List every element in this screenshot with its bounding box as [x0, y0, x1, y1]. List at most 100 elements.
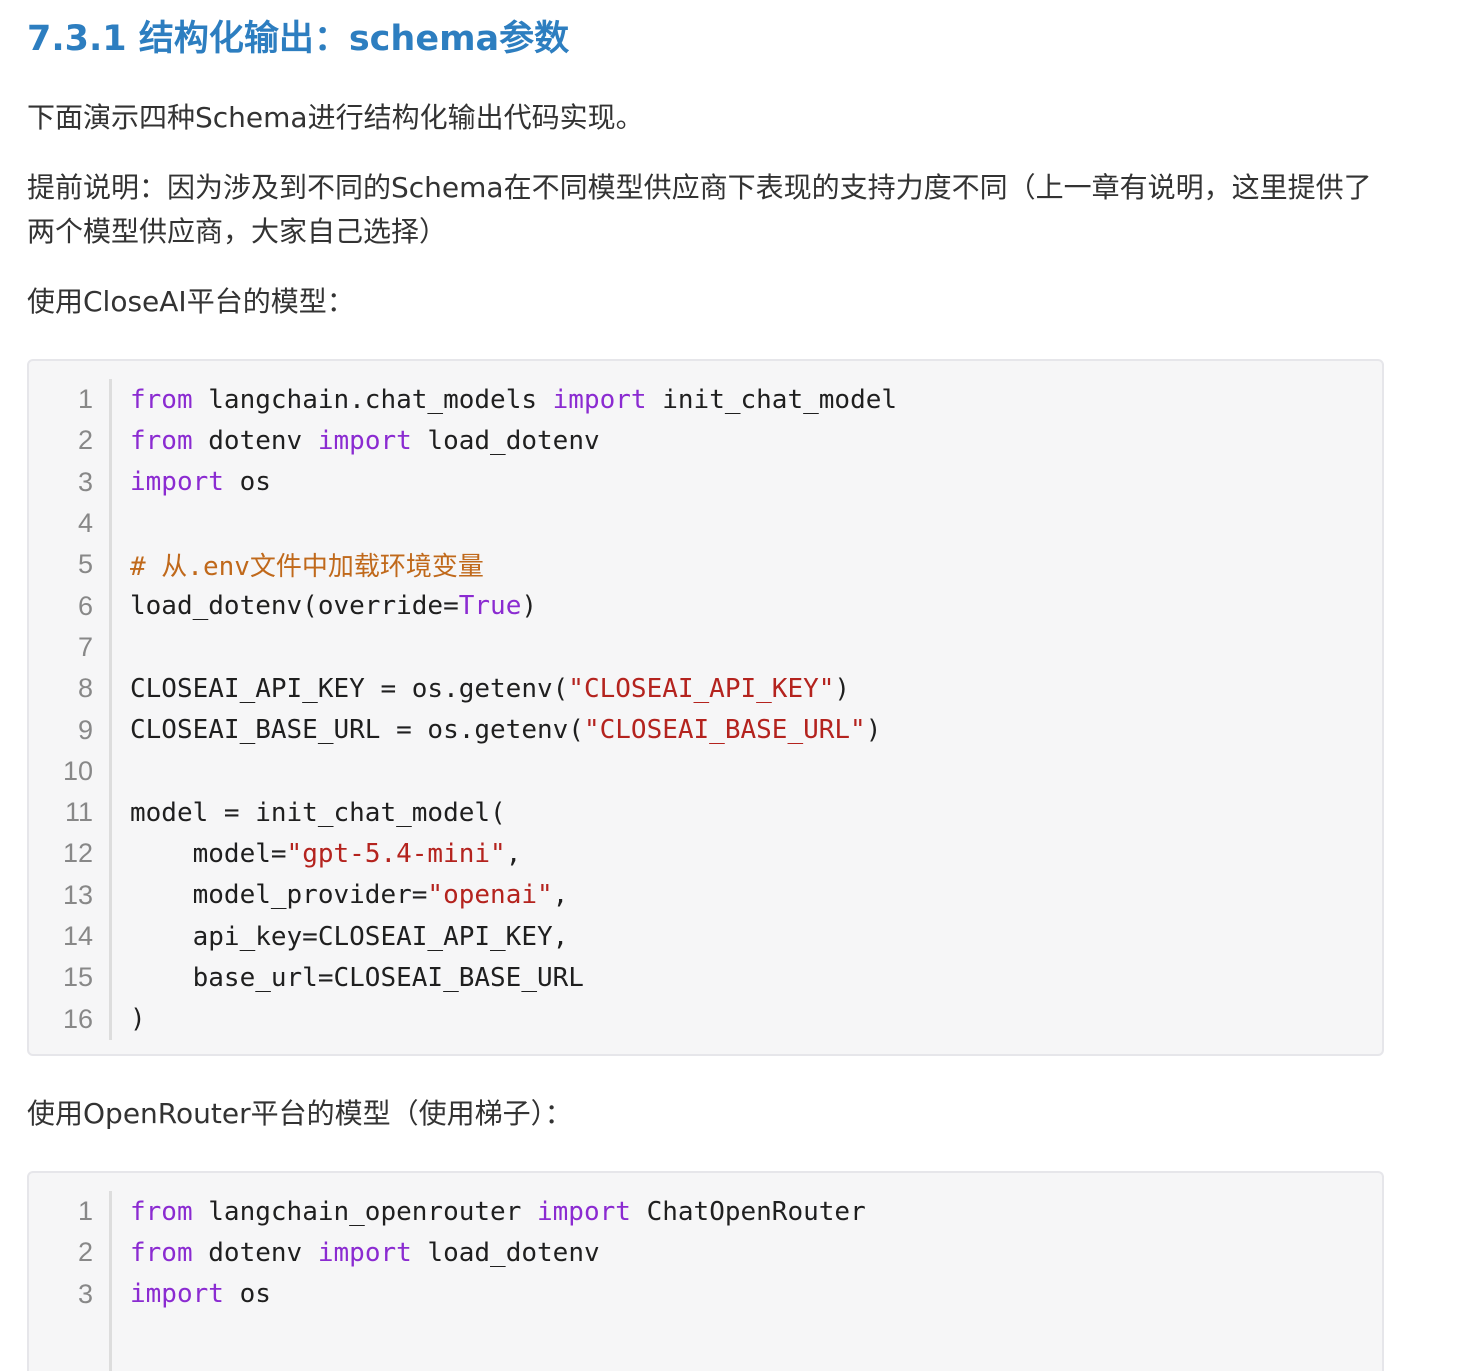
code-line: 7 — [29, 627, 1382, 668]
code-token: ChatOpenRouter — [630, 1196, 866, 1227]
keyword-token: import — [317, 1237, 412, 1268]
code-text: load_dotenv(override=True) — [130, 591, 537, 621]
note-paragraph: 提前说明：因为涉及到不同的Schema在不同模型供应商下表现的支持力度不同（上一… — [27, 171, 1372, 248]
keyword-token: from — [130, 425, 193, 456]
comment-token: # 从.env文件中加载环境变量 — [130, 552, 484, 583]
code-token: model= — [130, 838, 287, 869]
code-line: 5 # 从.env文件中加载环境变量 — [29, 544, 1382, 585]
line-number: 13 — [62, 879, 93, 910]
code-lines: 1 from langchain_openrouter import ChatOp… — [29, 1191, 1382, 1315]
line-number: 2 — [77, 1237, 93, 1268]
section-heading: 7.3.1 结构化输出：schema参数 — [27, 19, 570, 59]
code-line: 9 CLOSEAI_BASE_URL = os.getenv("CLOSEAI_B… — [29, 709, 1382, 750]
code-line: 12 model="gpt-5.4-mini", — [29, 833, 1382, 874]
line-number: 6 — [77, 590, 93, 621]
keyword-token: from — [130, 1237, 193, 1268]
line-number: 14 — [62, 921, 93, 951]
line-number: 10 — [62, 755, 93, 786]
code-line: 10 — [29, 751, 1382, 792]
line-number: 12 — [62, 838, 93, 869]
code-line: 13 model_provider="openai", — [29, 875, 1382, 916]
code-line: 1 from langchain_openrouter import ChatOp… — [29, 1191, 1382, 1232]
keyword-token: from — [130, 1196, 193, 1227]
code-lines: 1 from langchain.chat_models import init_… — [29, 379, 1382, 1040]
line-number: 4 — [77, 508, 93, 539]
line-number: 2 — [77, 425, 93, 456]
code-token: CLOSEAI_API_KEY = os.getenv( — [130, 673, 569, 704]
code-line: 11 model = init_chat_model( — [29, 792, 1382, 833]
article-content: 7.3.1 结构化输出：schema参数 下面演示四种Schema进行结构化输出… — [27, 0, 1387, 1371]
code-token: ) — [865, 715, 882, 746]
code-token: model_provider= — [130, 880, 428, 911]
code-text: model_provider="openai", — [130, 880, 569, 911]
code-token: api_key=CLOSEAI_API_KEY, — [130, 921, 569, 952]
code-text: from langchain.chat_models import init_c… — [130, 385, 897, 415]
line-number: 3 — [77, 466, 93, 497]
openrouter-label: 使用OpenRouter平台的模型（使用梯子）： — [27, 1097, 573, 1130]
boolean-token: True — [458, 591, 522, 622]
code-line: 14 api_key=CLOSEAI_API_KEY, — [29, 916, 1382, 957]
code-token: dotenv — [192, 1237, 318, 1268]
code-line: 2 from dotenv import load_dotenv — [29, 1232, 1382, 1273]
code-text: CLOSEAI_API_KEY = os.getenv("CLOSEAI_API… — [130, 674, 850, 704]
code-line: 4 — [29, 503, 1382, 544]
code-token: base_url=CLOSEAI_BASE_URL — [130, 962, 584, 993]
code-text: api_key=CLOSEAI_API_KEY, — [130, 921, 569, 952]
line-number: 15 — [62, 962, 93, 993]
code-line: 2 from dotenv import load_dotenv — [29, 420, 1382, 461]
line-number: 7 — [77, 631, 93, 662]
keyword-token: import — [552, 384, 647, 415]
code-line: 8 CLOSEAI_API_KEY = os.getenv("CLOSEAI_AP… — [29, 668, 1382, 709]
code-text: CLOSEAI_BASE_URL = os.getenv("CLOSEAI_BA… — [130, 715, 881, 745]
code-token: , — [505, 838, 522, 869]
line-number: 9 — [77, 714, 93, 745]
line-number: 5 — [77, 549, 93, 580]
string-token: "openai" — [427, 880, 553, 911]
code-block-closeai[interactable]: 1 from langchain.chat_models import init_… — [27, 359, 1384, 1056]
code-token: dotenv — [192, 425, 318, 456]
code-text: import os — [130, 467, 271, 497]
keyword-token: import — [537, 1196, 631, 1227]
code-line: 15 base_url=CLOSEAI_BASE_URL — [29, 957, 1382, 998]
line-number: 16 — [62, 1003, 93, 1034]
code-text: from dotenv import load_dotenv — [130, 1238, 600, 1268]
code-token: langchain.chat_models — [192, 384, 553, 415]
code-token: langchain_openrouter — [192, 1196, 537, 1227]
code-token: load_dotenv — [411, 425, 600, 456]
code-text: model="gpt-5.4-mini", — [130, 838, 522, 869]
line-number: 8 — [77, 673, 93, 704]
code-text: base_url=CLOSEAI_BASE_URL — [130, 963, 584, 993]
string-token: "gpt-5.4-mini" — [286, 838, 506, 869]
keyword-token: from — [130, 384, 193, 415]
code-text: ) — [130, 1004, 146, 1034]
code-token: load_dotenv(override= — [130, 591, 459, 622]
code-text: model = init_chat_model( — [130, 798, 506, 828]
code-text: # 从.env文件中加载环境变量 — [130, 546, 484, 583]
line-number: 3 — [77, 1278, 93, 1309]
code-token: os — [223, 1279, 271, 1310]
code-token: ) — [130, 1004, 146, 1035]
line-number: 1 — [77, 384, 93, 415]
code-text: from langchain_openrouter import ChatOpe… — [130, 1197, 866, 1227]
code-line: 3 import os — [29, 462, 1382, 503]
code-block-openrouter[interactable]: 1 from langchain_openrouter import ChatOp… — [27, 1171, 1384, 1371]
code-token: CLOSEAI_BASE_URL = os.getenv( — [130, 715, 584, 746]
keyword-token: import — [130, 1279, 224, 1310]
code-token: load_dotenv — [411, 1237, 600, 1268]
string-token: "CLOSEAI_API_KEY" — [568, 673, 835, 704]
code-line: 3 import os — [29, 1274, 1382, 1315]
code-line: 16) — [29, 998, 1382, 1039]
keyword-token: import — [317, 425, 412, 456]
code-token: ) — [834, 673, 851, 704]
string-token: "CLOSEAI_BASE_URL" — [583, 715, 866, 746]
code-token: model = init_chat_model( — [130, 797, 506, 828]
keyword-token: import — [130, 467, 224, 498]
line-number: 11 — [64, 797, 93, 828]
code-token: os — [223, 467, 271, 498]
code-token: init_chat_model — [646, 384, 898, 415]
intro-paragraph: 下面演示四种Schema进行结构化输出代码实现。 — [27, 101, 644, 134]
code-text: from dotenv import load_dotenv — [130, 426, 600, 456]
code-text: import os — [130, 1279, 271, 1309]
code-line: 6 load_dotenv(override=True) — [29, 585, 1382, 626]
code-line: 1 from langchain.chat_models import init_… — [29, 379, 1382, 420]
